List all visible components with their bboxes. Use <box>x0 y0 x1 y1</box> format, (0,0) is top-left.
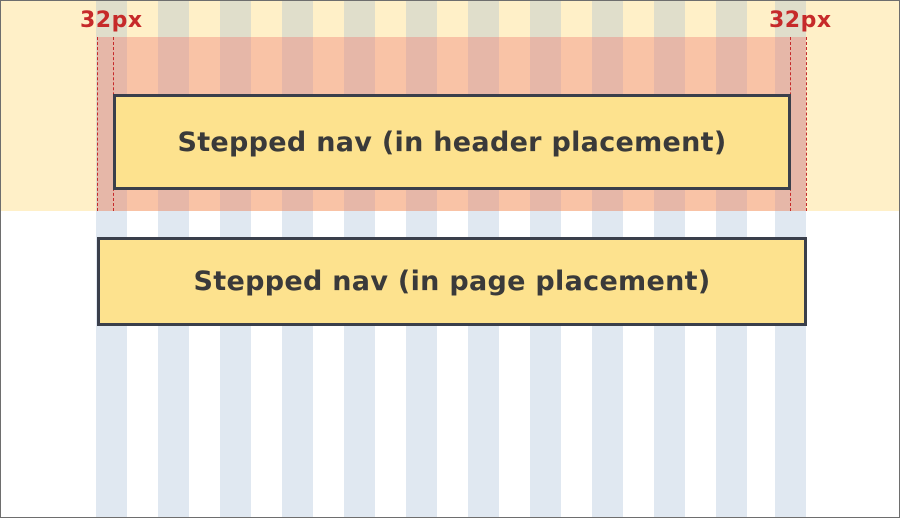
left-padding-label: 32px <box>80 8 143 33</box>
right-outer-guide-line <box>806 37 807 211</box>
stepped-nav-page-label: Stepped nav (in page placement) <box>193 266 711 297</box>
layout-diagram: 32px 32px Stepped nav (in header placeme… <box>0 0 900 518</box>
stepped-nav-page-placement: Stepped nav (in page placement) <box>97 237 807 326</box>
stepped-nav-header-label: Stepped nav (in header placement) <box>177 126 727 158</box>
left-outer-guide-line <box>97 37 98 211</box>
stepped-nav-header-placement: Stepped nav (in header placement) <box>113 94 791 190</box>
right-padding-label: 32px <box>769 8 832 33</box>
